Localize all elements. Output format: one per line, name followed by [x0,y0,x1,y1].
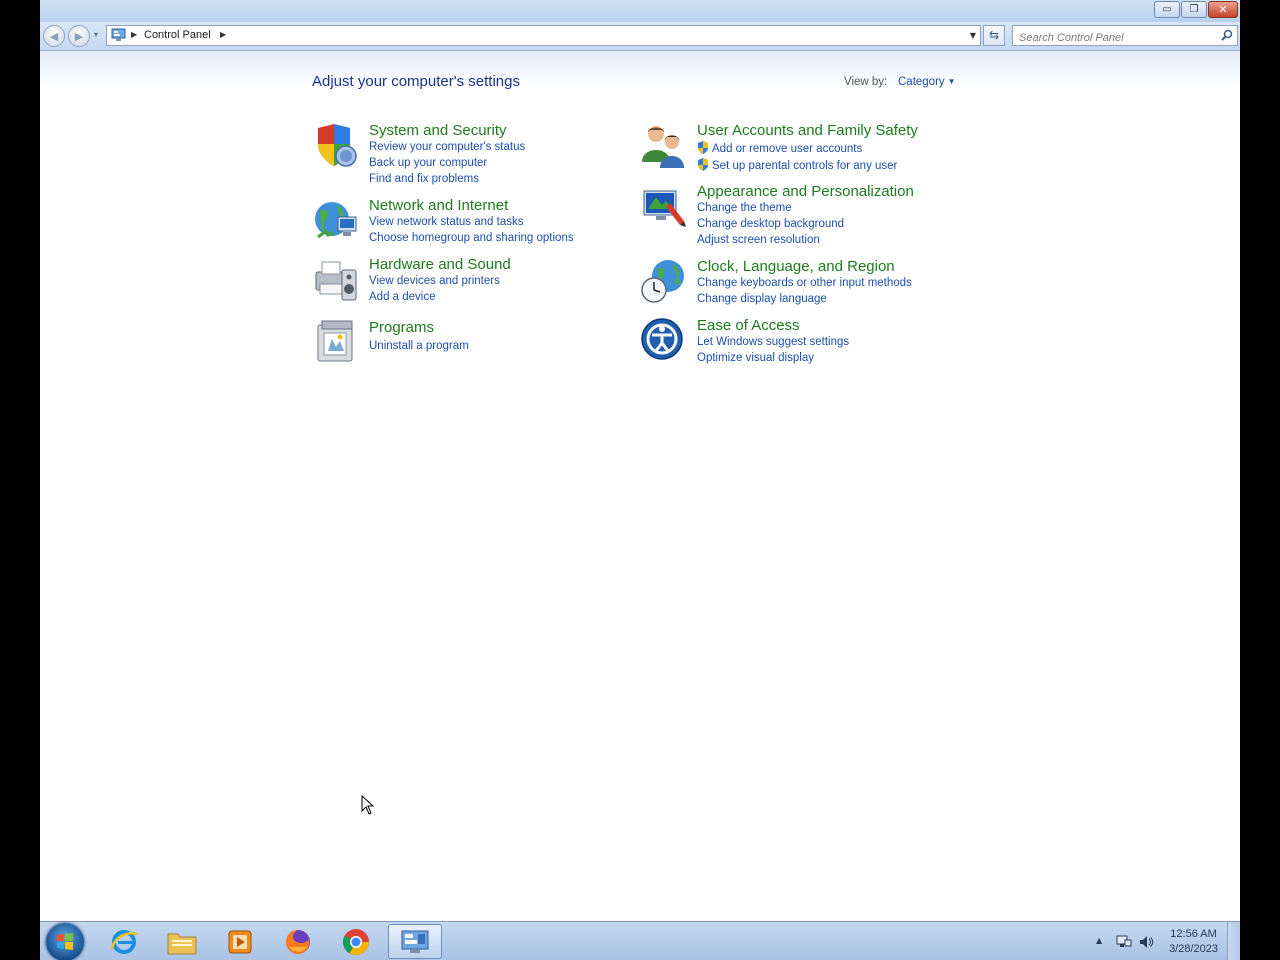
file-explorer-icon [167,933,197,954]
category-title[interactable]: Programs [369,319,434,336]
link-change-keyboards[interactable]: Change keyboards or other input methods [697,277,912,289]
uac-shield-icon [698,141,708,154]
link-change-desktop-background[interactable]: Change desktop background [697,218,844,230]
category-title[interactable]: Network and Internet [369,197,508,214]
back-button[interactable]: ◀ [43,25,65,47]
system-tray: ▲ 12:56 AM 3/28/2023 [1090,922,1240,960]
link-back-up-computer[interactable]: Back up your computer [369,157,487,169]
search-box[interactable] [1012,25,1238,47]
page-title: Adjust your computer's settings [312,73,520,90]
breadcrumb-control-panel[interactable]: Control Panel [144,29,211,41]
media-player-icon [228,930,252,953]
uac-shield-icon [698,158,708,171]
link-parental-controls[interactable]: Set up parental controls for any user [697,158,897,172]
view-by-dropdown[interactable]: Category ▼ [898,76,956,88]
link-uninstall-program[interactable]: Uninstall a program [369,340,469,352]
clock-globe-icon[interactable] [640,258,688,306]
close-icon: ✕ [1218,3,1228,16]
control-panel-icon [111,28,126,41]
ease-of-access-icon[interactable] [640,317,688,365]
show-desktop-button[interactable] [1227,922,1240,960]
category-title[interactable]: Hardware and Sound [369,256,511,273]
navigation-bar: ◀ ▶ ▾ ▶ Control Panel ▶ ▼ ⇆ [40,22,1240,51]
volume-icon[interactable] [1138,934,1154,950]
taskbar-internet-explorer[interactable] [98,924,150,959]
window-buttons: ▭ ❐ ✕ [1154,1,1238,18]
category-title[interactable]: User Accounts and Family Safety [697,122,918,139]
forward-arrow-icon: ▶ [74,29,84,43]
taskbar: ▲ 12:56 AM 3/28/2023 [40,921,1240,960]
view-by-label: View by: [844,76,888,88]
breadcrumb-separator-icon[interactable]: ▶ [220,30,226,39]
clock-date: 3/28/2023 [1169,943,1218,955]
search-icon[interactable] [1221,29,1233,41]
chrome-icon [342,928,369,955]
link-label: Set up parental controls for any user [712,160,898,172]
network-icon[interactable] [1116,934,1132,950]
link-find-and-fix-problems[interactable]: Find and fix problems [369,173,479,185]
forward-button[interactable]: ▶ [68,25,90,47]
clock[interactable]: 12:56 AM 3/28/2023 [1169,927,1218,957]
link-add-remove-user-accounts[interactable]: Add or remove user accounts [697,141,862,155]
clock-time: 12:56 AM [1170,928,1217,940]
link-view-devices-printers[interactable]: View devices and printers [369,275,500,287]
firefox-icon [286,929,310,954]
category-title[interactable]: Clock, Language, and Region [697,258,895,275]
link-homegroup-sharing[interactable]: Choose homegroup and sharing options [369,232,574,244]
category-title[interactable]: Appearance and Personalization [697,183,914,200]
category-title[interactable]: Ease of Access [697,317,800,334]
breadcrumb-separator-icon[interactable]: ▶ [131,30,137,39]
link-add-device[interactable]: Add a device [369,291,436,303]
address-bar[interactable]: ▶ Control Panel ▶ ▼ [106,25,981,46]
control-panel-icon [401,930,429,953]
maximize-icon: ❐ [1189,3,1199,15]
link-adjust-screen-resolution[interactable]: Adjust screen resolution [697,234,820,246]
taskbar-firefox[interactable] [272,924,324,959]
title-bar: ▭ ❐ ✕ [40,0,1240,22]
link-view-network-status[interactable]: View network status and tasks [369,216,523,228]
taskbar-file-explorer[interactable] [156,924,208,959]
recent-pages-dropdown[interactable]: ▾ [94,30,98,39]
refresh-icon: ⇆ [988,28,1000,42]
maximize-button[interactable]: ❐ [1181,1,1207,18]
taskbar-control-panel[interactable] [388,924,442,959]
windows-logo-icon [57,933,73,950]
shield-icon[interactable] [312,122,360,170]
address-dropdown-icon[interactable]: ▼ [970,31,976,40]
refresh-button[interactable]: ⇆ [983,25,1005,46]
globe-network-icon[interactable] [312,197,360,245]
programs-icon[interactable] [312,317,360,365]
back-arrow-icon: ◀ [49,29,59,43]
show-hidden-icons-icon[interactable]: ▲ [1096,936,1102,945]
link-review-computer-status[interactable]: Review your computer's status [369,141,525,153]
link-windows-suggest-settings[interactable]: Let Windows suggest settings [697,336,849,348]
link-optimize-visual-display[interactable]: Optimize visual display [697,352,814,364]
link-label: Add or remove user accounts [712,143,863,155]
minimize-button[interactable]: ▭ [1154,1,1180,18]
main-content: Adjust your computer's settings View by:… [40,51,1240,921]
printer-speaker-icon[interactable] [312,256,360,304]
chevron-down-icon: ▼ [947,77,956,86]
taskbar-media-player[interactable] [214,924,266,959]
view-by-value: Category [898,76,945,88]
users-icon[interactable] [640,122,688,170]
minimize-icon: ▭ [1162,3,1172,15]
link-change-theme[interactable]: Change the theme [697,202,792,214]
mouse-cursor-icon [361,795,375,815]
link-change-display-language[interactable]: Change display language [697,293,827,305]
start-button[interactable] [46,923,84,960]
control-panel-window: ▭ ❐ ✕ ◀ ▶ ▾ ▶ Control Panel ▶ ▼ ⇆ Search… [40,0,1240,960]
internet-explorer-icon [110,929,139,954]
display-paint-icon[interactable] [640,183,688,231]
search-input[interactable] [1019,29,1209,47]
taskbar-chrome[interactable] [330,924,382,959]
category-title[interactable]: System and Security [369,122,507,139]
close-button[interactable]: ✕ [1208,1,1238,18]
